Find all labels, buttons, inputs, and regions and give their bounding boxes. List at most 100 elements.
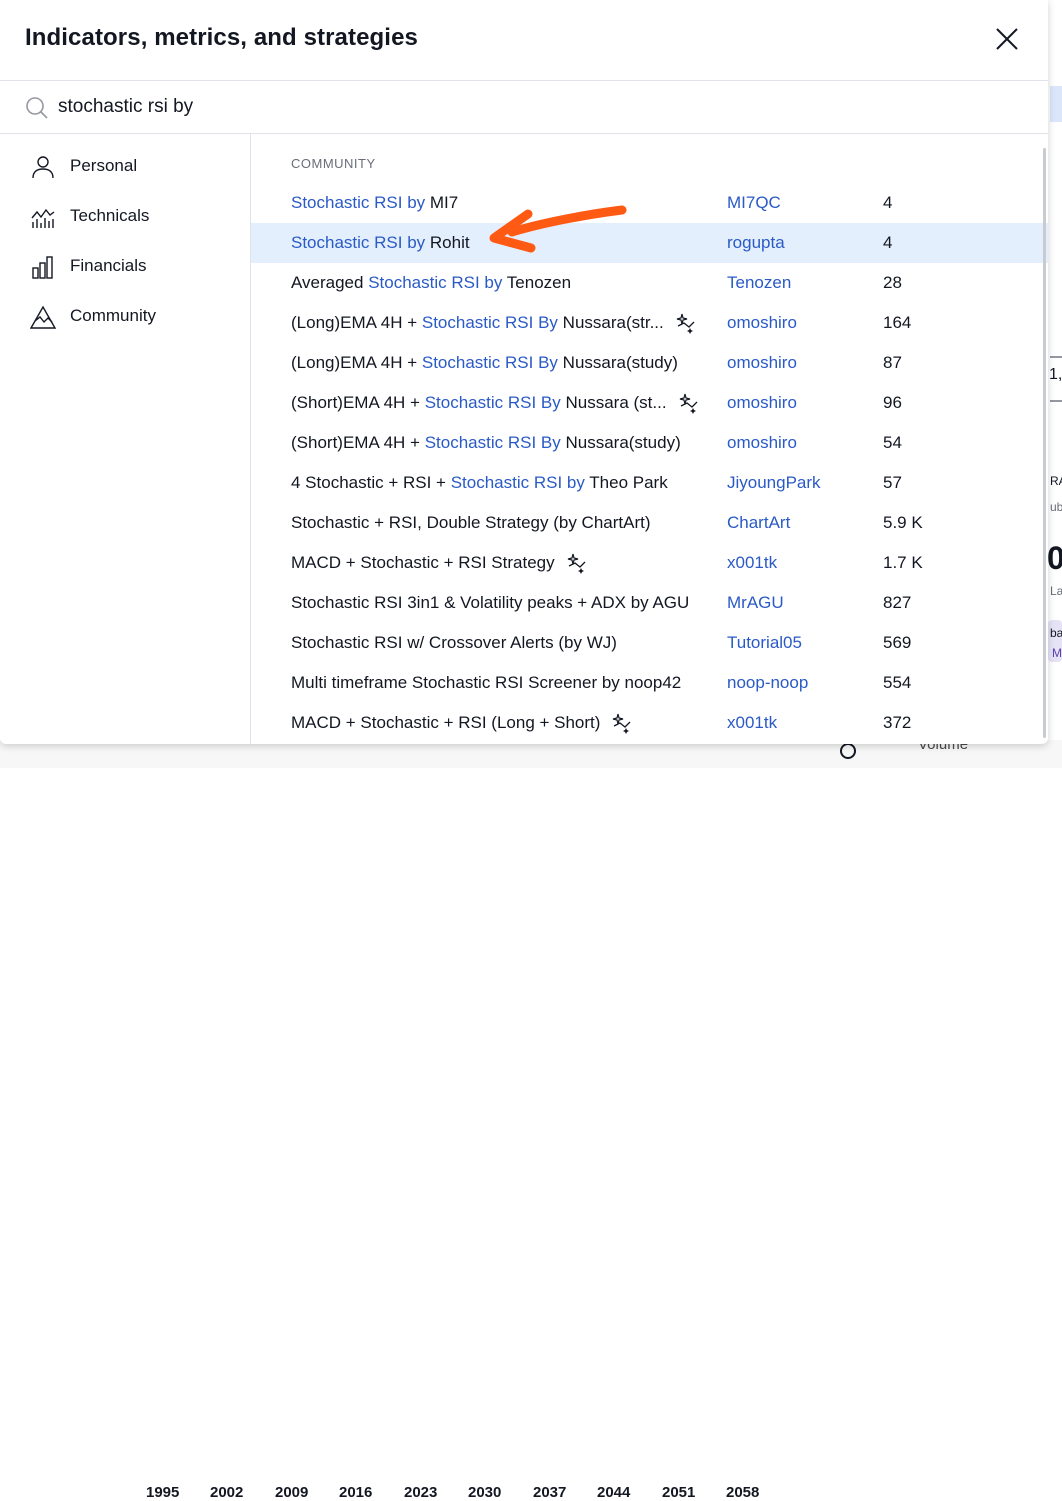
background-fragment: ubl	[1050, 500, 1062, 514]
script-name-match: Stochastic RSI By	[424, 393, 561, 412]
community-mountain-icon	[30, 305, 56, 329]
boost-count: 87	[883, 353, 902, 372]
result-row[interactable]: Stochastic RSI by MI7 MI7QC 4	[251, 183, 1048, 223]
result-row[interactable]: Averaged Stochastic RSI by Tenozen Tenoze…	[251, 263, 1048, 303]
script-name-text: MACD + Stochastic + RSI (Long + Short)	[291, 713, 601, 732]
script-name: Stochastic RSI by MI7	[291, 193, 458, 213]
year-label: 2023	[404, 1484, 438, 1501]
result-row[interactable]: Stochastic RSI by Rohit rogupta 4	[251, 223, 1048, 263]
script-name-text: Stochastic + RSI, Double Strategy (by Ch…	[291, 513, 651, 532]
script-name-text: Stochastic RSI 3in1 & Volatility peaks +…	[291, 593, 690, 612]
strategy-icon	[679, 393, 698, 414]
result-row[interactable]: (Short)EMA 4H + Stochastic RSI By Nussar…	[251, 383, 1048, 423]
settings-icon[interactable]	[840, 743, 856, 759]
script-name-match: Stochastic RSI by	[291, 193, 426, 212]
author-link[interactable]: Tutorial05	[727, 633, 802, 653]
script-name-text: Stochastic RSI w/ Crossover Alerts (by W…	[291, 633, 617, 652]
author-link[interactable]: omoshiro	[727, 433, 797, 453]
boost-count: 96	[883, 393, 902, 412]
author-link[interactable]: MrAGU	[727, 593, 784, 613]
script-name: (Short)EMA 4H + Stochastic RSI By Nussar…	[291, 393, 667, 413]
author-link[interactable]: x001tk	[727, 553, 777, 573]
result-row[interactable]: (Long)EMA 4H + Stochastic RSI By Nussara…	[251, 303, 1048, 343]
results-scrollbar[interactable]	[1043, 148, 1046, 738]
author-link[interactable]: omoshiro	[727, 393, 797, 413]
result-row[interactable]: 4 Stochastic + RSI + Stochastic RSI by T…	[251, 463, 1048, 503]
category-sidebar: Personal Technicals Financials Community	[0, 134, 251, 744]
year-label: 2051	[662, 1484, 696, 1501]
close-button[interactable]	[990, 24, 1024, 54]
script-name: Averaged Stochastic RSI by Tenozen	[291, 273, 571, 293]
search-icon	[26, 97, 48, 119]
script-name-text: Nussara(study)	[557, 353, 678, 372]
boost-count: 554	[883, 673, 912, 692]
script-name-text: (Long)EMA 4H +	[291, 313, 422, 332]
sidebar-item-label: Personal	[70, 156, 138, 175]
script-name-text: (Long)EMA 4H +	[291, 353, 422, 372]
background-fragment: 1,	[1049, 366, 1062, 383]
sidebar-item-financials[interactable]: Financials	[0, 244, 249, 288]
boost-count: 1.7 K	[883, 553, 923, 572]
result-row[interactable]: Stochastic RSI w/ Crossover Alerts (by W…	[251, 623, 1048, 663]
result-row[interactable]: Stochastic RSI 3in1 & Volatility peaks +…	[251, 583, 1048, 623]
financials-bars-icon	[32, 256, 53, 279]
script-name-match: Stochastic RSI By	[424, 433, 561, 452]
script-name: Stochastic + RSI, Double Strategy (by Ch…	[291, 513, 651, 533]
strategy-icon	[612, 713, 631, 734]
sidebar-item-personal[interactable]: Personal	[0, 144, 249, 188]
sidebar-item-community[interactable]: Community	[0, 294, 249, 338]
author-link[interactable]: omoshiro	[727, 353, 797, 373]
author-link[interactable]: rogupta	[727, 233, 785, 253]
script-name: MACD + Stochastic + RSI (Long + Short)	[291, 713, 600, 733]
script-name-text: Tenozen	[502, 273, 572, 292]
year-label: 2044	[597, 1484, 631, 1501]
background-fragment: RA	[1050, 474, 1062, 488]
result-row[interactable]: MACD + Stochastic + RSI (Long + Short) x0…	[251, 703, 1048, 743]
script-name: Multi timeframe Stochastic RSI Screener …	[291, 673, 681, 693]
result-row[interactable]: Stochastic + RSI, Double Strategy (by Ch…	[251, 503, 1048, 543]
script-name-text: Nussara (st...	[560, 393, 667, 412]
close-icon	[996, 28, 1018, 50]
author-link[interactable]: MI7QC	[727, 193, 781, 213]
author-link[interactable]: JiyoungPark	[727, 473, 821, 493]
author-link[interactable]: ChartArt	[727, 513, 790, 533]
boost-count: 164	[883, 313, 912, 332]
script-name-match: Stochastic RSI by	[450, 473, 585, 492]
script-name-text: Multi timeframe Stochastic RSI Screener …	[291, 673, 682, 692]
result-row[interactable]: Multi timeframe Stochastic RSI Screener …	[251, 663, 1048, 703]
script-name: (Long)EMA 4H + Stochastic RSI By Nussara…	[291, 313, 664, 333]
author-link[interactable]: omoshiro	[727, 313, 797, 333]
section-label: COMMUNITY	[291, 156, 376, 171]
year-label: 1995	[146, 1484, 180, 1501]
person-icon	[32, 156, 54, 179]
script-name: (Long)EMA 4H + Stochastic RSI By Nussara…	[291, 353, 678, 373]
sidebar-item-technicals[interactable]: Technicals	[0, 194, 249, 238]
author-link[interactable]: Tenozen	[727, 273, 791, 293]
background-blue-strip	[1050, 86, 1062, 122]
sidebar-item-label: Technicals	[70, 206, 150, 225]
year-label: 2030	[468, 1484, 502, 1501]
result-row[interactable]: (Short)EMA 4H + Stochastic RSI By Nussar…	[251, 423, 1048, 463]
year-label: 2002	[210, 1484, 244, 1501]
script-name-text: Theo Park	[584, 473, 668, 492]
boost-count: 4	[883, 193, 893, 212]
sidebar-item-label: Community	[70, 306, 156, 325]
script-name: MACD + Stochastic + RSI Strategy	[291, 553, 555, 573]
script-name-text: Nussara(str...	[557, 313, 664, 332]
background-fragment: M	[1052, 646, 1062, 660]
result-row[interactable]: MACD + Stochastic + RSI Strategy x001tk 1.…	[251, 543, 1048, 583]
script-name-match: Stochastic RSI By	[421, 353, 558, 372]
boost-count: 4	[883, 233, 893, 252]
background-divider	[1050, 356, 1062, 358]
author-link[interactable]: noop-noop	[727, 673, 808, 693]
script-name: Stochastic RSI by Rohit	[291, 233, 470, 253]
result-row[interactable]: (Long)EMA 4H + Stochastic RSI By Nussara…	[251, 343, 1048, 383]
year-label: 2058	[726, 1484, 760, 1501]
year-label: 2016	[339, 1484, 373, 1501]
script-name-text: MACD + Stochastic + RSI Strategy	[291, 553, 555, 572]
search-input[interactable]	[58, 91, 958, 123]
author-link[interactable]: x001tk	[727, 713, 777, 733]
results-list: COMMUNITY Stochastic RSI by MI7 MI7QC 4 Sto…	[251, 134, 1048, 744]
dialog-header: Indicators, metrics, and strategies	[0, 0, 1048, 81]
script-name-text: Nussara(study)	[560, 433, 681, 452]
